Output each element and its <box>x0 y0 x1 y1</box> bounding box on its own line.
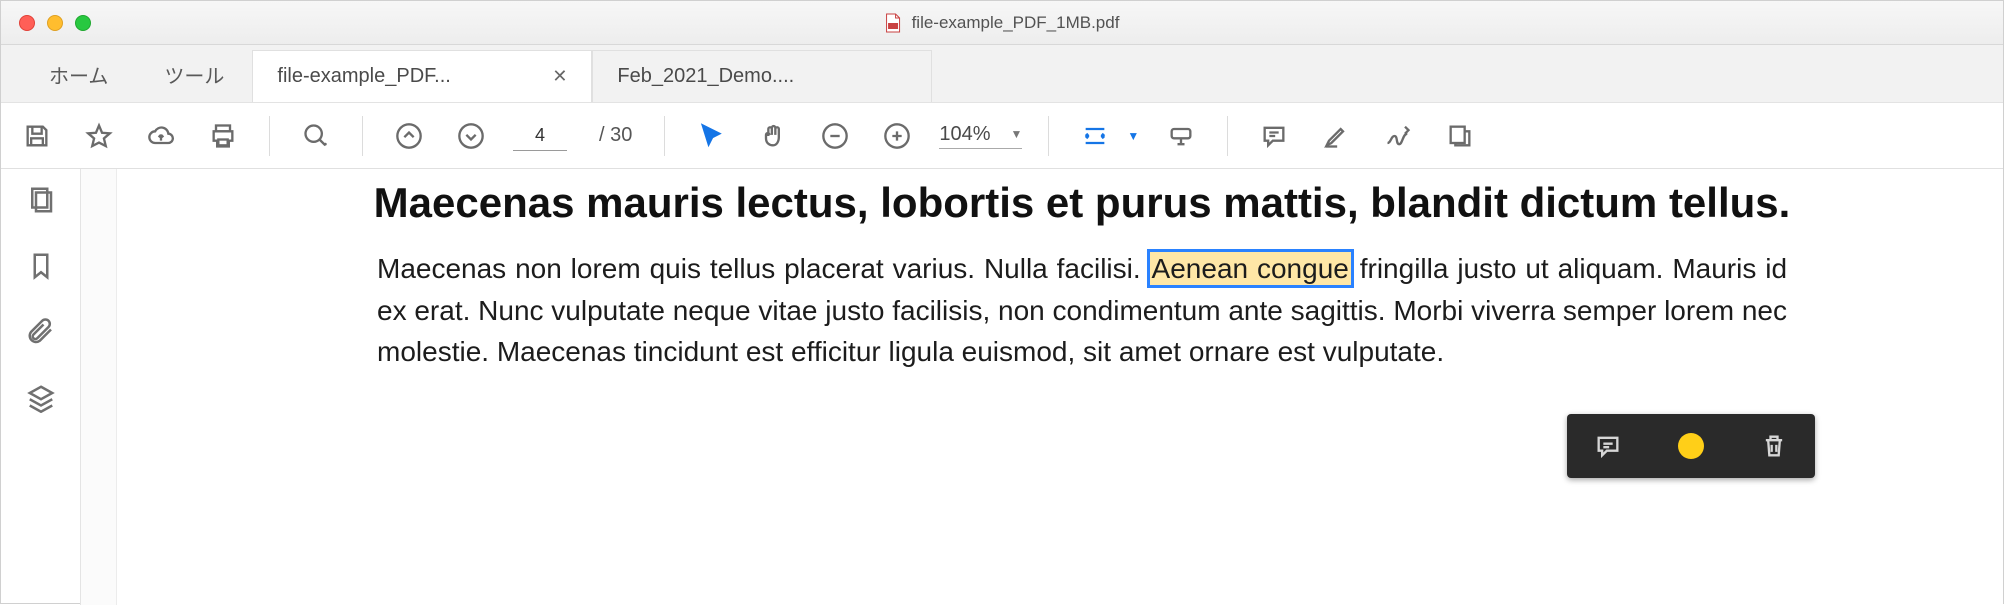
delete-annotation-icon[interactable] <box>1757 429 1791 463</box>
attachments-panel-icon[interactable] <box>24 315 58 349</box>
page-paragraph: Maecenas non lorem quis tellus placerat … <box>317 240 1847 372</box>
toolbar-separator <box>664 116 665 156</box>
toolbar-separator <box>269 116 270 156</box>
page-total-label: / 30 <box>589 124 638 147</box>
tab-bar: ホーム ツール file-example_PDF... ✕ Feb_2021_D… <box>1 45 2003 103</box>
paragraph-text-before: Maecenas non lorem quis tellus placerat … <box>377 253 1150 284</box>
annotation-popup <box>1567 414 1815 478</box>
document-tab[interactable]: Feb_2021_Demo.... <box>592 50 932 102</box>
toolbar-separator <box>1227 116 1228 156</box>
document-viewport[interactable]: Maecenas mauris lectus, lobortis et puru… <box>117 169 2003 605</box>
zoom-in-icon[interactable] <box>877 116 917 156</box>
highlighted-selection[interactable]: Aenean congue <box>1150 252 1351 285</box>
page-down-icon[interactable] <box>451 116 491 156</box>
thumbnails-panel-icon[interactable] <box>24 183 58 217</box>
window-title-text: file-example_PDF_1MB.pdf <box>912 13 1120 33</box>
highlight-pen-icon[interactable] <box>1316 116 1356 156</box>
chevron-down-icon: ▼ <box>997 127 1023 141</box>
page-heading: Maecenas mauris lectus, lobortis et puru… <box>317 169 1847 240</box>
print-icon[interactable] <box>203 116 243 156</box>
comment-icon[interactable] <box>1254 116 1294 156</box>
hand-tool-icon[interactable] <box>753 116 793 156</box>
more-tools-icon[interactable] <box>1440 116 1480 156</box>
window-controls <box>1 15 91 31</box>
add-note-icon[interactable] <box>1591 429 1625 463</box>
document-tab-label: file-example_PDF... <box>277 65 450 88</box>
search-icon[interactable] <box>296 116 336 156</box>
cloud-upload-icon[interactable] <box>141 116 181 156</box>
highlight-color-swatch[interactable] <box>1674 429 1708 463</box>
selection-tool-icon[interactable] <box>691 116 731 156</box>
chevron-down-icon[interactable]: ▼ <box>1127 129 1139 143</box>
toolbar-separator <box>1048 116 1049 156</box>
tab-home[interactable]: ホーム <box>21 46 136 102</box>
left-sidebar <box>1 169 81 605</box>
layers-panel-icon[interactable] <box>24 381 58 415</box>
page-up-icon[interactable] <box>389 116 429 156</box>
toolbar-separator <box>362 116 363 156</box>
star-icon[interactable] <box>79 116 119 156</box>
pdf-file-icon <box>885 13 902 33</box>
window-titlebar: file-example_PDF_1MB.pdf <box>1 1 2003 45</box>
tab-tools[interactable]: ツール <box>136 46 252 102</box>
document-tab-label: Feb_2021_Demo.... <box>617 65 794 88</box>
zoom-selector[interactable]: 104% ▼ <box>939 123 1022 149</box>
page-number-input[interactable] <box>513 121 567 151</box>
zoom-value: 104% <box>939 123 990 146</box>
window-minimize-button[interactable] <box>47 15 63 31</box>
content-area: Maecenas mauris lectus, lobortis et puru… <box>1 169 2003 605</box>
window-maximize-button[interactable] <box>75 15 91 31</box>
document-tab-active[interactable]: file-example_PDF... ✕ <box>252 50 592 102</box>
window-title: file-example_PDF_1MB.pdf <box>885 13 1120 33</box>
bookmark-panel-icon[interactable] <box>24 249 58 283</box>
close-tab-icon[interactable]: ✕ <box>534 66 567 87</box>
signature-icon[interactable] <box>1378 116 1418 156</box>
fit-width-icon[interactable] <box>1075 116 1115 156</box>
save-icon[interactable] <box>17 116 57 156</box>
zoom-out-icon[interactable] <box>815 116 855 156</box>
read-mode-icon[interactable] <box>1161 116 1201 156</box>
document-page: Maecenas mauris lectus, lobortis et puru… <box>317 169 1847 373</box>
thumbnail-gutter <box>81 169 117 605</box>
window-close-button[interactable] <box>19 15 35 31</box>
main-toolbar: / 30 104% ▼ ▼ <box>1 103 2003 169</box>
